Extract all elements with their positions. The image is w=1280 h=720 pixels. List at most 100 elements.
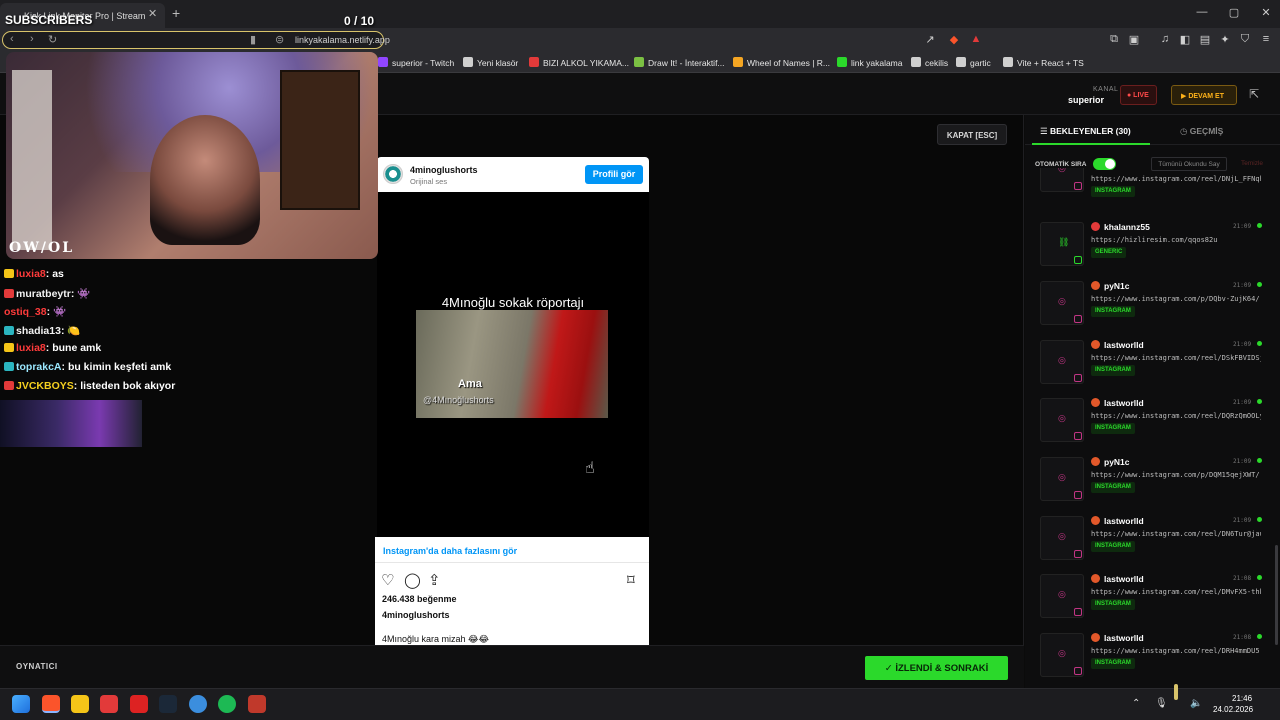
chat-username[interactable]: shadia13 xyxy=(16,325,61,337)
sidebar-icon[interactable]: ◧ xyxy=(1177,33,1193,46)
queue-url[interactable]: https://www.instagram.com/reel/DNjL_FFNq… xyxy=(1091,175,1261,183)
brave-shield-icon[interactable]: ◆ xyxy=(946,33,962,46)
queue-item[interactable]: ◎ pyN1c 21:09 https://www.instagram.com/p/D… xyxy=(1030,276,1268,334)
queue-url[interactable]: https://www.instagram.com/p/DQbv-ZujK64/ xyxy=(1091,295,1261,303)
menu-icon[interactable]: ≡ xyxy=(1258,33,1274,45)
bookmark-item[interactable]: gartic xyxy=(956,57,991,68)
queue-item[interactable]: ◎ lastworlld 21:09 https://www.instagram.co… xyxy=(1030,511,1268,569)
queue-url[interactable]: https://www.instagram.com/reel/DSkFBVIDS… xyxy=(1091,354,1261,362)
chat-username[interactable]: toprakcA xyxy=(16,361,62,373)
forward-icon[interactable]: › xyxy=(30,33,34,45)
profile-button[interactable]: Profili gör xyxy=(585,165,643,184)
bookmark-icon[interactable]: ▮ xyxy=(250,33,256,46)
volume-slider[interactable] xyxy=(1174,684,1178,700)
brave-icon[interactable] xyxy=(42,695,60,713)
windows-start-icon[interactable] xyxy=(12,695,30,713)
instagram-more-link[interactable]: Instagram'da daha fazlasını gör xyxy=(383,546,517,556)
maps-pin-icon[interactable] xyxy=(100,695,118,713)
bookmark-item[interactable]: Wheel of Names | R... xyxy=(733,57,830,68)
browser-icon[interactable] xyxy=(189,695,207,713)
queue-thumbnail[interactable]: ⛓ xyxy=(1040,222,1084,266)
streamer-app-icon[interactable] xyxy=(248,695,266,713)
izlendi-sonraki-button[interactable]: ✓ İZLENDİ & SONRAKİ xyxy=(865,656,1008,680)
maximize-icon[interactable]: ▢ xyxy=(1224,6,1244,19)
address-text: linkyakalama.netlify.app xyxy=(295,35,390,45)
window-close-icon[interactable]: ✕ xyxy=(1256,6,1276,19)
queue-item[interactable]: ◎ lastworlld 21:08 https://www.instagram.co… xyxy=(1030,569,1268,627)
queue-url[interactable]: https://www.instagram.com/reel/DQRzQmOOL… xyxy=(1091,412,1261,420)
external-link-icon[interactable]: ⇱ xyxy=(1249,87,1259,101)
queue-thumbnail[interactable]: ◎ xyxy=(1040,516,1084,560)
reload-icon[interactable]: ↻ xyxy=(48,33,57,46)
queue-thumbnail[interactable]: ◎ xyxy=(1040,398,1084,442)
like-icon[interactable]: ♡ xyxy=(381,571,394,589)
tab-bekleyenler[interactable]: ☰ BEKLEYENLER (30) xyxy=(1032,117,1150,145)
queue-item[interactable]: ⛓ khalannz55 21:09 https://hizliresim.com/q… xyxy=(1030,217,1268,275)
extensions-icon[interactable]: ⧉ xyxy=(1106,33,1122,46)
share-icon[interactable]: ↗ xyxy=(922,33,938,46)
chat-username[interactable]: muratbeytr xyxy=(16,288,71,300)
queue-url[interactable]: https://www.instagram.com/p/DQM15qejXWT/ xyxy=(1091,471,1261,479)
bookmark-item[interactable]: BIZI ALKOL YIKAMA... xyxy=(529,57,629,68)
bookmark-item[interactable]: Draw It! - İnteraktif... xyxy=(634,57,725,68)
chat-message: muratbeytr: 👾 xyxy=(4,287,90,300)
queue-item[interactable]: ◎ lastworlld 21:09 https://www.instagram.co… xyxy=(1030,335,1268,393)
queue-thumbnail[interactable]: ◎ xyxy=(1040,574,1084,618)
share-icon[interactable]: ⇪ xyxy=(428,571,441,589)
queue-item[interactable]: ◎ https://www.instagram.com/reel/DNjL_FFN… xyxy=(1030,168,1268,208)
queue-thumbnail[interactable]: ◎ xyxy=(1040,168,1084,192)
chat-username[interactable]: JVCKBOYS xyxy=(16,380,74,392)
queue-url[interactable]: https://www.instagram.com/reel/DMvFX5-th… xyxy=(1091,588,1261,596)
chat-username[interactable]: luxia8 xyxy=(16,342,46,354)
bookmark-item[interactable]: superior - Twitch xyxy=(378,57,454,68)
back-icon[interactable]: ‹ xyxy=(10,33,14,45)
queue-thumbnail[interactable]: ◎ xyxy=(1040,457,1084,501)
save-icon[interactable]: ⌑ xyxy=(627,571,635,589)
bookmark-item[interactable]: Yeni klasör xyxy=(463,57,518,68)
instagram-avatar[interactable] xyxy=(383,164,403,184)
queue-item[interactable]: ◎ pyN1c 21:09 https://www.instagram.com/p/D… xyxy=(1030,452,1268,510)
queue-url[interactable]: https://www.instagram.com/reel/DRH4mmDU5… xyxy=(1091,647,1261,655)
clock-time[interactable]: 21:46 xyxy=(1232,694,1252,703)
bookmark-item[interactable]: link yakalama xyxy=(837,57,903,68)
recorder-icon[interactable] xyxy=(130,695,148,713)
scrollbar[interactable] xyxy=(1275,545,1278,645)
status-dot-icon xyxy=(1257,223,1262,228)
minimize-icon[interactable]: — xyxy=(1192,6,1212,18)
bookmark-item[interactable]: Vite + React + TS xyxy=(1003,57,1084,68)
speaker-icon[interactable]: 🔈 xyxy=(1190,698,1202,709)
queue-item[interactable]: ◎ lastworlld 21:08 https://www.instagram.co… xyxy=(1030,628,1268,686)
spotify-icon[interactable] xyxy=(218,695,236,713)
devam-et-button[interactable]: ▶ DEVAM ET xyxy=(1171,85,1237,105)
chat-username[interactable]: ostiq_38 xyxy=(4,306,47,318)
media-icon[interactable]: ♫ xyxy=(1157,33,1173,45)
queue-url[interactable]: https://www.instagram.com/reel/DN6Tur@ja… xyxy=(1091,530,1261,538)
queue-thumbnail[interactable]: ◎ xyxy=(1040,633,1084,677)
steam-icon[interactable] xyxy=(159,695,177,713)
instagram-username[interactable]: 4minoglushorts xyxy=(410,165,478,175)
queue-url[interactable]: https://hizliresim.com/qqos82u xyxy=(1091,236,1261,244)
queue-thumbnail[interactable]: ◎ xyxy=(1040,340,1084,384)
new-tab-icon[interactable]: + xyxy=(172,5,180,21)
brave-rewards-icon[interactable]: ▲ xyxy=(968,33,984,45)
tab-close-icon[interactable]: ✕ xyxy=(148,7,157,20)
chat-username[interactable]: luxia8 xyxy=(16,268,46,280)
instagram-icon: ◎ xyxy=(1058,296,1066,306)
site-info-icon[interactable]: ⊜ xyxy=(275,33,284,46)
wallet-icon[interactable]: ▤ xyxy=(1197,33,1213,46)
queue-item[interactable]: ◎ lastworlld 21:09 https://www.instagram.co… xyxy=(1030,393,1268,451)
file-explorer-icon[interactable] xyxy=(71,695,89,713)
vpn-icon[interactable]: ⛉ xyxy=(1237,33,1253,46)
queue-thumbnail[interactable]: ◎ xyxy=(1040,281,1084,325)
mic-icon[interactable]: 🎙 xyxy=(1155,698,1168,709)
caption-username[interactable]: 4minoglushorts xyxy=(382,610,450,620)
tab-gecmis[interactable]: ◷ GEÇMİŞ xyxy=(1180,126,1223,137)
comment-icon[interactable]: ◯ xyxy=(404,571,421,589)
live-button[interactable]: ● LIVE xyxy=(1120,85,1157,105)
leo-ai-icon[interactable]: ✦ xyxy=(1217,33,1233,46)
bookmark-item[interactable]: cekilis xyxy=(911,57,948,68)
screenshot-icon[interactable]: ▣ xyxy=(1126,33,1142,46)
kapat-button[interactable]: KAPAT [ESC] xyxy=(937,124,1007,145)
tray-chevron-icon[interactable]: ⌃ xyxy=(1132,698,1140,709)
clock-date[interactable]: 24.02.2026 xyxy=(1213,705,1253,714)
